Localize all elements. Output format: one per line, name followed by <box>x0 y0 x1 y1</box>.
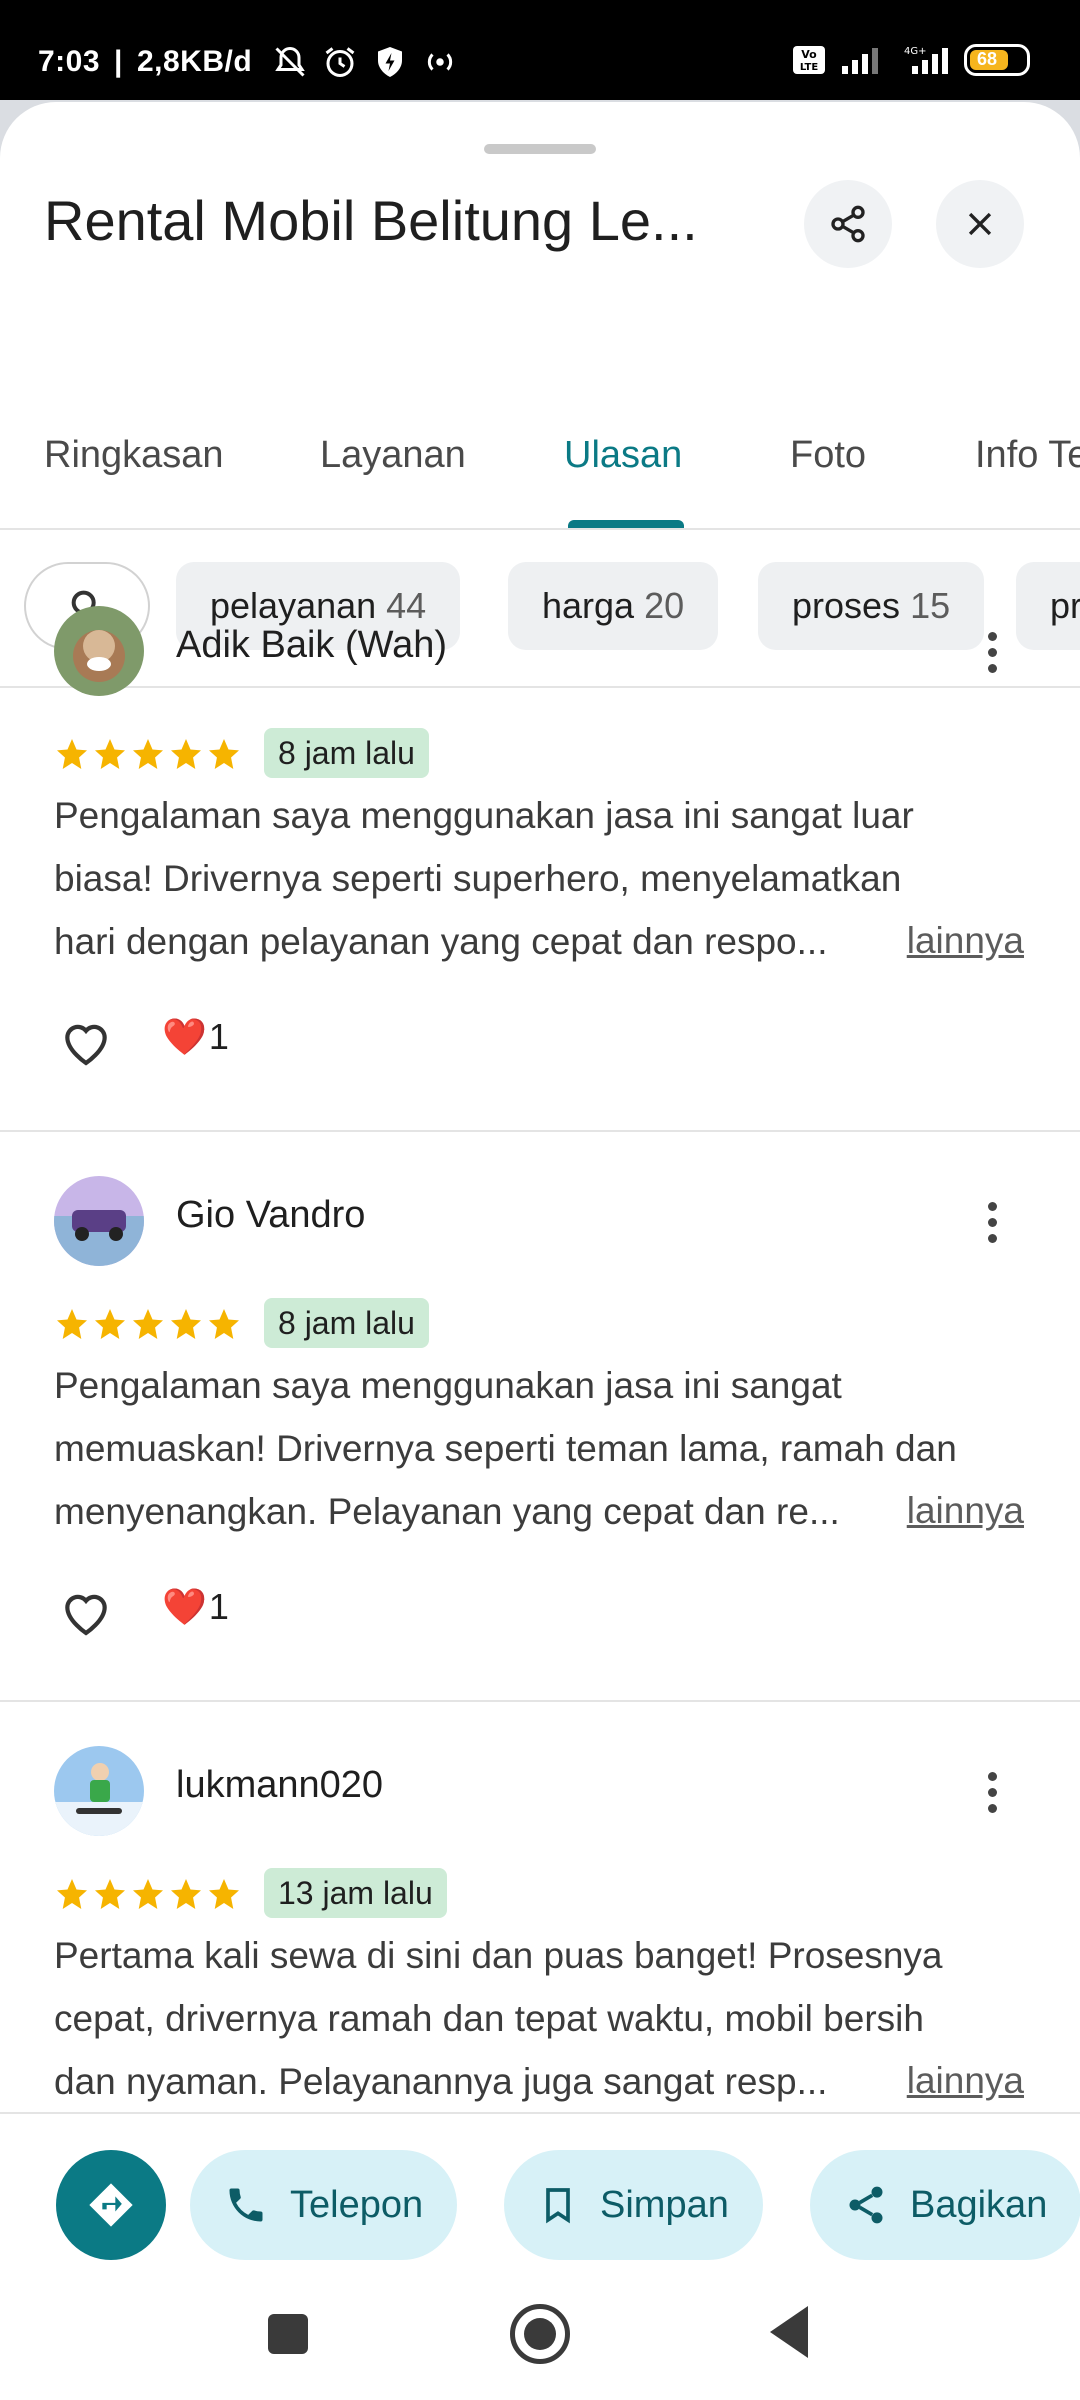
star-icon <box>133 1309 163 1339</box>
chip-partial[interactable]: pr <box>1016 562 1080 650</box>
reaction-summary[interactable]: ❤️ 1 <box>162 1016 229 1058</box>
call-button[interactable]: Telepon <box>190 2150 458 2260</box>
status-net-speed: 2,8KB/d <box>136 45 253 78</box>
mute-bell-icon <box>275 46 305 77</box>
share-place-button[interactable]: Bagikan <box>810 2150 1080 2260</box>
heart-emoji-icon: ❤️ <box>162 1586 207 1627</box>
chip-proses[interactable]: proses 15 <box>758 562 985 650</box>
review-author[interactable]: Gio Vandro <box>176 1194 365 1237</box>
star-icon <box>171 1309 201 1339</box>
svg-text:Vo: Vo <box>801 48 817 61</box>
review-text: Pertama kali sewa di sini dan puas bange… <box>54 1935 943 2102</box>
heart-emoji-icon: ❤️ <box>162 1016 207 1057</box>
star-icon <box>171 1879 201 1909</box>
reaction-count: 1 <box>208 1016 229 1057</box>
star-icon <box>57 739 87 769</box>
star-icon <box>133 739 163 769</box>
star-icon <box>95 739 125 769</box>
signal-icon <box>842 48 878 74</box>
avatar[interactable] <box>54 1176 144 1266</box>
directions-button[interactable] <box>56 2150 166 2260</box>
review-author[interactable]: Adik Baik (Wah) <box>176 624 447 667</box>
svg-text:4G+: 4G+ <box>904 46 927 57</box>
like-heart-icon[interactable] <box>56 1584 116 1640</box>
more-options-button[interactable] <box>970 1762 1014 1822</box>
star-icon <box>57 1309 87 1339</box>
tab-ulasan[interactable]: Ulasan <box>564 434 682 477</box>
more-vert-icon <box>987 1771 997 1781</box>
review-author[interactable]: lukmann020 <box>176 1764 383 1807</box>
read-more-link[interactable]: lainnya <box>907 2060 1024 2102</box>
reaction-count: 1 <box>208 1586 229 1627</box>
system-nav-bar <box>0 2262 1080 2400</box>
star-icon <box>209 1309 239 1339</box>
tab-bar: Ringkasan Layanan Ulasan Foto Info Te <box>0 402 1080 530</box>
action-bar: Telepon Simpan Bagikan <box>0 2112 1080 2262</box>
shield-icon <box>378 47 403 77</box>
tab-ringkasan[interactable]: Ringkasan <box>44 434 224 477</box>
drag-handle[interactable] <box>484 144 596 154</box>
phone-icon <box>229 2188 263 2222</box>
rating-stars <box>54 736 242 772</box>
share-icon <box>849 2186 883 2224</box>
hotspot-icon <box>428 53 453 71</box>
star-icon <box>171 739 201 769</box>
back-button[interactable] <box>770 2306 808 2358</box>
chip-harga[interactable]: harga 20 <box>508 562 719 650</box>
close-button[interactable] <box>936 180 1024 268</box>
bookmark-icon <box>546 2188 570 2224</box>
tab-layanan[interactable]: Layanan <box>320 434 466 477</box>
read-more-link[interactable]: lainnya <box>907 920 1024 962</box>
star-icon <box>57 1879 87 1909</box>
directions-icon <box>89 2183 133 2227</box>
review-time-badge: 13 jam lalu <box>264 1868 447 1918</box>
star-icon <box>95 1879 125 1909</box>
star-icon <box>209 739 239 769</box>
review-time-badge: 8 jam lalu <box>264 728 429 778</box>
read-more-link[interactable]: lainnya <box>907 1490 1024 1532</box>
review-text: Pengalaman saya menggunakan jasa ini san… <box>54 795 914 962</box>
svg-text:LTE: LTE <box>800 62 819 73</box>
place-sheet: Rental Mobil Belitung Le... Ringkasan La… <box>0 102 1080 2400</box>
save-button[interactable]: Simpan <box>504 2150 763 2260</box>
star-icon <box>209 1879 239 1909</box>
more-options-button[interactable] <box>970 622 1014 682</box>
status-time: 7:03 <box>38 45 101 78</box>
avatar[interactable] <box>54 606 144 696</box>
review-time-badge: 8 jam lalu <box>264 1298 429 1348</box>
rating-stars <box>54 1306 242 1342</box>
tab-foto[interactable]: Foto <box>790 434 866 477</box>
home-button[interactable] <box>510 2304 570 2364</box>
active-tab-indicator <box>568 520 684 528</box>
signal-4g-icon: 4G+ <box>904 46 948 74</box>
more-vert-icon <box>987 1201 997 1211</box>
rating-stars <box>54 1876 242 1912</box>
review-filter-chips: pelayanan 44 harga 20 proses 15 pr <box>0 562 1080 650</box>
share-icon <box>831 205 865 243</box>
status-bar: 7:03 | 2,8KB/d Vo LTE 4G+ 68 <box>0 0 1080 100</box>
divider <box>0 1700 1080 1702</box>
more-vert-icon <box>987 631 997 641</box>
star-icon <box>133 1879 163 1909</box>
place-title: Rental Mobil Belitung Le... <box>44 189 698 252</box>
battery-icon: 68 <box>964 44 1030 76</box>
review-text: Pengalaman saya menggunakan jasa ini san… <box>54 1365 957 1532</box>
home-icon <box>524 2318 556 2350</box>
recents-button[interactable] <box>268 2314 308 2354</box>
avatar[interactable] <box>54 1746 144 1836</box>
divider <box>0 686 1080 688</box>
tab-info[interactable]: Info Te <box>975 434 1080 477</box>
star-icon <box>95 1309 125 1339</box>
reaction-summary[interactable]: ❤️ 1 <box>162 1586 229 1628</box>
volte-icon: VoLTE <box>793 46 825 74</box>
close-icon <box>968 212 992 236</box>
more-options-button[interactable] <box>970 1192 1014 1252</box>
share-button[interactable] <box>804 180 892 268</box>
like-heart-icon[interactable] <box>56 1014 116 1070</box>
alarm-icon <box>325 47 355 77</box>
divider <box>0 1130 1080 1132</box>
